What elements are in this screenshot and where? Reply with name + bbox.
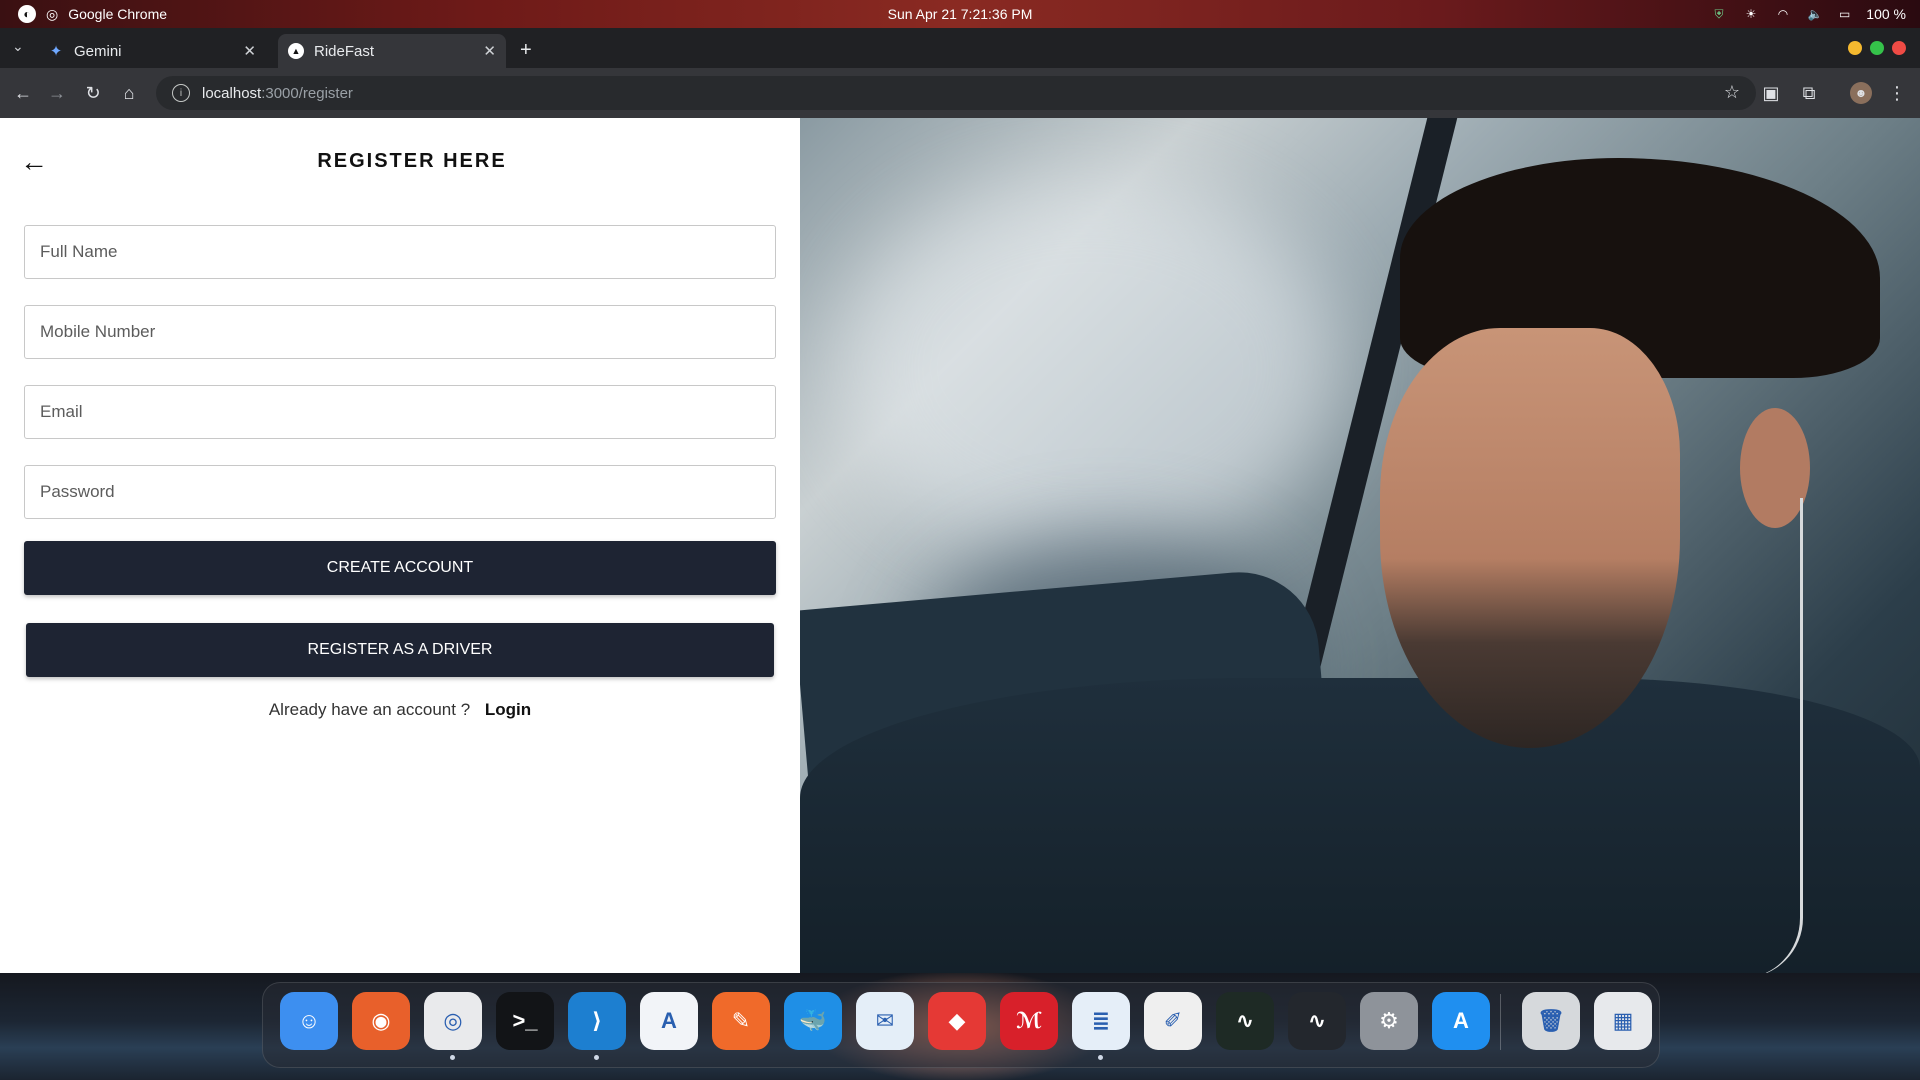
- full-name-input[interactable]: [38, 241, 762, 263]
- tab-search-chevron-icon[interactable]: ⌄: [12, 38, 24, 55]
- clock[interactable]: Sun Apr 21 7:21:36 PM: [0, 6, 1920, 22]
- photo-background-blur: [840, 178, 1340, 558]
- text-editor-dock-icon[interactable]: ≣: [1072, 992, 1130, 1060]
- driver-face: [1380, 328, 1680, 748]
- shield-icon[interactable]: ⛨: [1711, 7, 1727, 21]
- vscode-dock-icon[interactable]: ⟩: [568, 992, 626, 1060]
- tab-gemini[interactable]: ✦ Gemini ✕: [38, 34, 266, 68]
- close-window-button[interactable]: [1892, 41, 1906, 55]
- dock-separator: [1500, 994, 1501, 1050]
- back-arrow-icon[interactable]: ←: [12, 82, 34, 104]
- anydesk-dock-icon[interactable]: ◆: [928, 992, 986, 1050]
- browser-toolbar: ← → ↻ ⌂ i localhost:3000/register ☆ ▣ ⧉ …: [0, 68, 1920, 119]
- email-field[interactable]: [24, 385, 776, 439]
- browser-tab-strip: ⌄ ✦ Gemini ✕ ▲ RideFast ✕ +: [0, 28, 1920, 68]
- site-info-icon[interactable]: i: [172, 84, 190, 102]
- tab-ridefast[interactable]: ▲ RideFast ✕: [278, 34, 506, 68]
- window-controls: [1848, 41, 1906, 55]
- wifi-icon[interactable]: ◠: [1775, 7, 1791, 21]
- acrobat-dock-icon[interactable]: ℳ: [1000, 992, 1058, 1050]
- tab-title: RideFast: [314, 42, 375, 60]
- close-tab-icon[interactable]: ✕: [243, 42, 256, 60]
- trash-dock-icon[interactable]: 🗑: [1522, 992, 1580, 1050]
- battery-level: 100 %: [1866, 6, 1906, 22]
- address-bar[interactable]: i localhost:3000/register ☆: [156, 76, 1756, 110]
- finder-dock-icon[interactable]: ☺: [280, 992, 338, 1050]
- url-path: :3000/register: [261, 84, 353, 102]
- app-store-dock-icon[interactable]: A: [1432, 992, 1490, 1050]
- system-tray: ⛨ ☀ ◠ 🔈 ▭ 100 %: [1711, 0, 1906, 28]
- new-tab-plus-icon[interactable]: +: [520, 39, 532, 62]
- email-input[interactable]: [38, 401, 762, 423]
- gemini-sparkle-icon: ✦: [49, 43, 63, 60]
- reading-mode-icon[interactable]: ▣: [1760, 82, 1782, 104]
- tab-title: Gemini: [74, 42, 122, 60]
- login-link[interactable]: Login: [485, 700, 531, 719]
- battery-icon[interactable]: ▭: [1839, 7, 1850, 21]
- bookmark-star-icon[interactable]: ☆: [1724, 82, 1740, 103]
- url-host: localhost: [202, 84, 262, 102]
- login-prompt-line: Already have an account ? Login: [0, 700, 800, 720]
- forward-arrow-icon[interactable]: →: [46, 82, 68, 104]
- full-name-field[interactable]: [24, 225, 776, 279]
- login-prompt-text: Already have an account ?: [268, 700, 471, 719]
- driver-hero-photo: [800, 118, 1920, 973]
- terminal-dock-icon[interactable]: >_: [496, 992, 554, 1050]
- mobile-number-field[interactable]: [24, 305, 776, 359]
- activity-monitor-dock-icon[interactable]: ∿: [1216, 992, 1274, 1050]
- password-field[interactable]: [24, 465, 776, 519]
- maximize-button[interactable]: [1870, 41, 1884, 55]
- system-monitor-dock-icon[interactable]: ∿: [1288, 992, 1346, 1050]
- profile-avatar[interactable]: ☻: [1850, 82, 1872, 104]
- brightness-icon[interactable]: ☀: [1743, 7, 1759, 21]
- extensions-puzzle-icon[interactable]: ⧉: [1798, 82, 1820, 104]
- mobile-number-input[interactable]: [38, 321, 762, 343]
- chrome-dock-icon[interactable]: ◎: [424, 992, 482, 1060]
- minimize-button[interactable]: [1848, 41, 1862, 55]
- notes-dock-icon[interactable]: ✐: [1144, 992, 1202, 1050]
- ridefast-triangle-icon: ▲: [288, 43, 304, 59]
- docker-dock-icon[interactable]: 🐳: [784, 992, 842, 1050]
- earphone-cable: [1680, 498, 1803, 973]
- postman-dock-icon[interactable]: ✎: [712, 992, 770, 1050]
- register-driver-button[interactable]: REGISTER AS A DRIVER: [26, 623, 774, 677]
- page-title: REGISTER HERE: [317, 150, 507, 172]
- home-icon[interactable]: ⌂: [118, 82, 140, 104]
- app-grid-dock-icon[interactable]: ▦: [1594, 992, 1652, 1050]
- thunderbird-dock-icon[interactable]: ✉: [856, 992, 914, 1050]
- settings-dock-icon[interactable]: ⚙: [1360, 992, 1418, 1050]
- firefox-dock-icon[interactable]: ◉: [352, 992, 410, 1050]
- close-tab-icon[interactable]: ✕: [483, 42, 496, 60]
- os-top-bar: ◐ ◎ Google Chrome Sun Apr 21 7:21:36 PM …: [0, 0, 1920, 28]
- app-launcher-dock-icon[interactable]: A: [640, 992, 698, 1050]
- reload-icon[interactable]: ↻: [82, 82, 104, 104]
- password-input[interactable]: [38, 481, 762, 503]
- more-menu-icon[interactable]: ⋮: [1886, 82, 1908, 104]
- volume-icon[interactable]: 🔈: [1807, 7, 1823, 21]
- register-panel: ← REGISTER HERE CREATE ACCOUNT REGISTER …: [0, 118, 800, 973]
- create-account-button[interactable]: CREATE ACCOUNT: [24, 541, 776, 595]
